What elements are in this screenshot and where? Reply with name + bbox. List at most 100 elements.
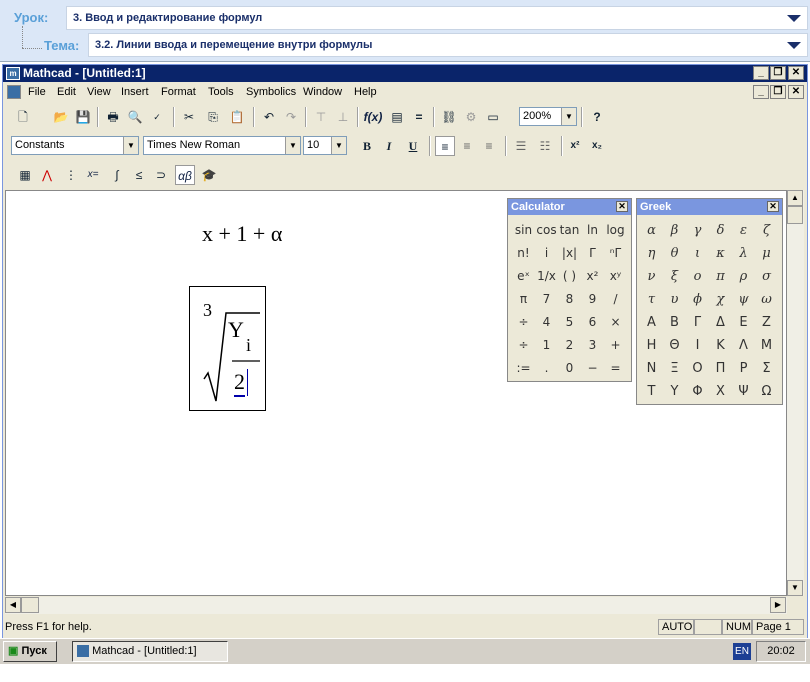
- calculator-key[interactable]: eˣ: [512, 265, 535, 288]
- calculator-key[interactable]: 1/x: [535, 265, 558, 288]
- greek-key[interactable]: Η: [640, 334, 663, 357]
- calculator-key[interactable]: x²: [581, 265, 604, 288]
- language-indicator[interactable]: EN: [733, 643, 751, 660]
- greek-key[interactable]: σ: [755, 265, 778, 288]
- calculator-toolbar-icon[interactable]: ▦: [15, 165, 35, 185]
- doc-minimize-button[interactable]: _: [753, 85, 769, 99]
- insert-resource-icon[interactable]: ▭: [483, 107, 503, 127]
- calculator-key[interactable]: 9: [581, 288, 604, 311]
- calculator-key[interactable]: ÷: [512, 334, 535, 357]
- greek-key[interactable]: Υ: [663, 380, 686, 403]
- symbolic-toolbar-icon[interactable]: 🎓: [199, 165, 219, 185]
- greek-key[interactable]: ξ: [663, 265, 686, 288]
- minimize-button[interactable]: _: [753, 66, 769, 80]
- greek-key[interactable]: Σ: [755, 357, 778, 380]
- calculator-key[interactable]: xʸ: [604, 265, 627, 288]
- evaluation-toolbar-icon[interactable]: x=: [83, 165, 103, 185]
- print-icon[interactable]: 🖶: [103, 107, 123, 127]
- calculator-key[interactable]: ( ): [558, 265, 581, 288]
- calculator-key[interactable]: ×: [604, 311, 627, 334]
- style-select[interactable]: Constants ▼: [11, 136, 139, 155]
- menu-symbolics[interactable]: Symbolics: [246, 86, 296, 98]
- insert-unit-icon[interactable]: ▤: [387, 107, 407, 127]
- calculator-key[interactable]: 6: [581, 311, 604, 334]
- greek-key[interactable]: ρ: [732, 265, 755, 288]
- insert-function-icon[interactable]: f(x): [363, 107, 383, 127]
- zoom-select[interactable]: 200% ▼: [519, 107, 577, 126]
- calculator-key[interactable]: 0: [558, 357, 581, 380]
- redo-icon[interactable]: ↷: [281, 107, 301, 127]
- greek-key[interactable]: Ω: [755, 380, 778, 403]
- calculator-key[interactable]: 1: [535, 334, 558, 357]
- greek-key[interactable]: Ψ: [732, 380, 755, 403]
- greek-key[interactable]: ω: [755, 288, 778, 311]
- chevron-down-icon[interactable]: ▼: [123, 137, 138, 154]
- scroll-left-icon[interactable]: ◀: [5, 597, 21, 613]
- scroll-thumb[interactable]: [787, 206, 803, 224]
- start-button[interactable]: ▣ Пуск: [3, 641, 57, 662]
- align-down-icon[interactable]: ⊥: [333, 107, 353, 127]
- greek-key[interactable]: Θ: [663, 334, 686, 357]
- calculator-key[interactable]: Γ: [581, 242, 604, 265]
- help-icon[interactable]: ?: [587, 107, 607, 127]
- save-icon[interactable]: 💾: [73, 107, 93, 127]
- greek-key[interactable]: α: [640, 219, 663, 242]
- greek-key[interactable]: Κ: [709, 334, 732, 357]
- spellcheck-icon[interactable]: ✓: [147, 107, 167, 127]
- greek-key[interactable]: ο: [686, 265, 709, 288]
- menu-window[interactable]: Window: [303, 86, 342, 98]
- greek-key[interactable]: χ: [709, 288, 732, 311]
- greek-key[interactable]: λ: [732, 242, 755, 265]
- greek-key[interactable]: Ι: [686, 334, 709, 357]
- calculator-key[interactable]: =: [604, 357, 627, 380]
- paste-icon[interactable]: 📋: [227, 107, 247, 127]
- doc-close-button[interactable]: ✕: [788, 85, 804, 99]
- calculator-key[interactable]: cos: [535, 219, 558, 242]
- greek-key[interactable]: Π: [709, 357, 732, 380]
- horizontal-scrollbar[interactable]: ◀ ▶: [5, 597, 787, 614]
- greek-key[interactable]: Α: [640, 311, 663, 334]
- calculator-key[interactable]: 5: [558, 311, 581, 334]
- greek-key[interactable]: Γ: [686, 311, 709, 334]
- calculator-key[interactable]: log: [604, 219, 627, 242]
- calculator-key[interactable]: +: [604, 334, 627, 357]
- greek-key[interactable]: Ο: [686, 357, 709, 380]
- size-select[interactable]: 10 ▼: [303, 136, 347, 155]
- greek-key[interactable]: Ξ: [663, 357, 686, 380]
- menu-tools[interactable]: Tools: [208, 86, 234, 98]
- menu-insert[interactable]: Insert: [121, 86, 149, 98]
- restore-button[interactable]: ❐: [770, 66, 786, 80]
- calculator-key[interactable]: 8: [558, 288, 581, 311]
- greek-key[interactable]: Ζ: [755, 311, 778, 334]
- greek-toolbar-icon[interactable]: αβ: [175, 165, 195, 185]
- greek-key[interactable]: Λ: [732, 334, 755, 357]
- calculator-key[interactable]: i: [535, 242, 558, 265]
- close-icon[interactable]: ✕: [767, 201, 779, 212]
- calculator-key[interactable]: π: [512, 288, 535, 311]
- menu-file[interactable]: File: [28, 86, 46, 98]
- greek-key[interactable]: ι: [686, 242, 709, 265]
- calculator-key[interactable]: 3: [581, 334, 604, 357]
- expression-1[interactable]: x + 1 + α: [202, 221, 282, 247]
- greek-key[interactable]: γ: [686, 219, 709, 242]
- calculator-key[interactable]: /: [604, 288, 627, 311]
- align-center-icon[interactable]: ≡: [457, 136, 477, 156]
- greek-key[interactable]: μ: [755, 242, 778, 265]
- greek-key[interactable]: Χ: [709, 380, 732, 403]
- chevron-down-icon[interactable]: [787, 15, 801, 22]
- menu-format[interactable]: Format: [161, 86, 196, 98]
- underline-button[interactable]: U: [403, 136, 423, 156]
- greek-key[interactable]: η: [640, 242, 663, 265]
- calculus-toolbar-icon[interactable]: ∫: [107, 165, 127, 185]
- greek-key[interactable]: Δ: [709, 311, 732, 334]
- calculate-icon[interactable]: =: [409, 107, 429, 127]
- greek-key[interactable]: Μ: [755, 334, 778, 357]
- programming-toolbar-icon[interactable]: ⊃: [151, 165, 171, 185]
- calculator-key[interactable]: 4: [535, 311, 558, 334]
- scroll-thumb[interactable]: [21, 597, 39, 613]
- doc-icon[interactable]: [7, 85, 21, 99]
- copy-icon[interactable]: ⎘: [203, 107, 223, 127]
- superscript-icon[interactable]: x²: [565, 136, 585, 156]
- greek-key[interactable]: ϕ: [686, 288, 709, 311]
- calculator-key[interactable]: 2: [558, 334, 581, 357]
